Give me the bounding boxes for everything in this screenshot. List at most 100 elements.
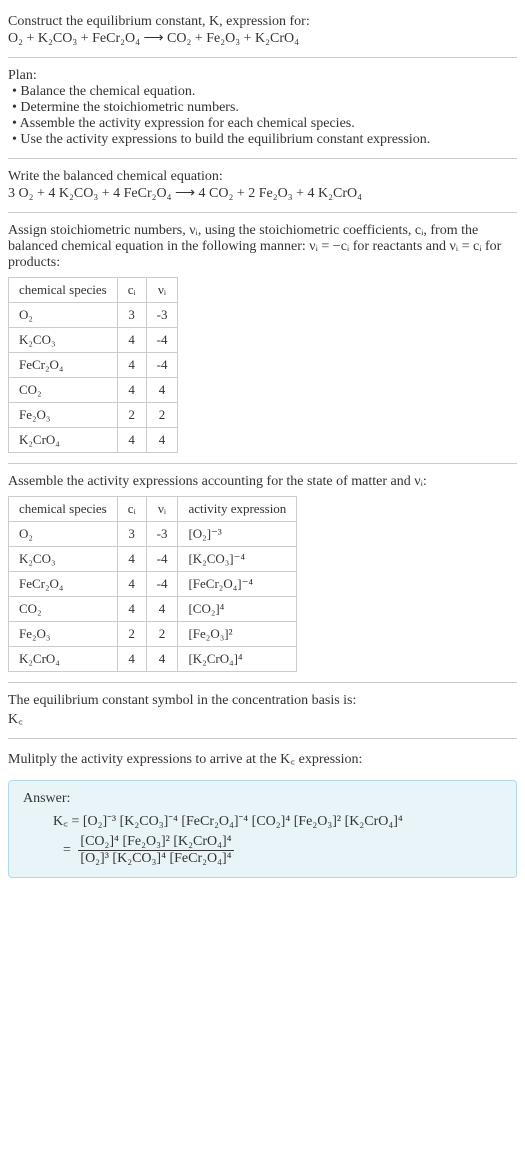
- species-cell: K₂CO₃: [9, 328, 118, 353]
- v-cell: -3: [146, 303, 178, 328]
- v-cell: 4: [146, 597, 178, 622]
- col-header: cᵢ: [117, 497, 146, 522]
- plan-item: • Use the activity expressions to build …: [8, 132, 517, 148]
- v-cell: -4: [146, 572, 178, 597]
- expr-cell: [K₂CrO₄]⁴: [178, 647, 297, 672]
- table-header-row: chemical species cᵢ νᵢ: [9, 278, 178, 303]
- v-cell: -3: [146, 522, 178, 547]
- species-cell: K₂CrO₄: [9, 647, 118, 672]
- v-cell: -4: [146, 547, 178, 572]
- v-cell: 4: [146, 647, 178, 672]
- question-header: Construct the equilibrium constant, K, e…: [8, 8, 517, 53]
- table-row: K₂CO₃ 4 -4: [9, 328, 178, 353]
- plan-section: Plan: • Balance the chemical equation. •…: [8, 62, 517, 154]
- expr-cell: [O₂]⁻³: [178, 522, 297, 547]
- species-cell: K₂CO₃: [9, 547, 118, 572]
- species-cell: O₂: [9, 522, 118, 547]
- table-row: Fe₂O₃ 2 2 [Fe₂O₃]²: [9, 622, 297, 647]
- plan-label: Plan:: [8, 68, 517, 84]
- v-cell: -4: [146, 353, 178, 378]
- divider: [8, 738, 517, 739]
- species-cell: FeCr₂O₄: [9, 572, 118, 597]
- answer-line1: K꜀ = [O₂]⁻³ [K₂CO₃]⁻⁴ [FeCr₂O₄]⁻⁴ [CO₂]⁴…: [53, 811, 502, 830]
- activity-table: chemical species cᵢ νᵢ activity expressi…: [8, 496, 297, 672]
- table-row: CO₂ 4 4: [9, 378, 178, 403]
- table-row: FeCr₂O₄ 4 -4 [FeCr₂O₄]⁻⁴: [9, 572, 297, 597]
- c-cell: 4: [117, 597, 146, 622]
- table-row: K₂CO₃ 4 -4 [K₂CO₃]⁻⁴: [9, 547, 297, 572]
- c-cell: 4: [117, 378, 146, 403]
- stoich-section: Assign stoichiometric numbers, νᵢ, using…: [8, 217, 517, 459]
- activity-text: Assemble the activity expressions accoun…: [8, 474, 517, 490]
- fraction: [CO₂]⁴ [Fe₂O₃]² [K₂CrO₄]⁴ [O₂]³ [K₂CO₃]⁴…: [78, 834, 233, 867]
- expr-cell: [FeCr₂O₄]⁻⁴: [178, 572, 297, 597]
- species-cell: FeCr₂O₄: [9, 353, 118, 378]
- c-cell: 4: [117, 328, 146, 353]
- question-title: Construct the equilibrium constant, K, e…: [8, 14, 517, 30]
- divider: [8, 57, 517, 58]
- multiply-text: Mulitply the activity expressions to arr…: [8, 749, 517, 768]
- eq-sign: =: [63, 843, 74, 858]
- table-row: Fe₂O₃ 2 2: [9, 403, 178, 428]
- unbalanced-equation: O₂ + K₂CO₃ + FeCr₂O₄ ⟶ CO₂ + Fe₂O₃ + K₂C…: [8, 30, 517, 47]
- c-cell: 3: [117, 522, 146, 547]
- c-cell: 4: [117, 547, 146, 572]
- col-header: νᵢ: [146, 278, 178, 303]
- divider: [8, 212, 517, 213]
- fraction-numerator: [CO₂]⁴ [Fe₂O₃]² [K₂CrO₄]⁴: [78, 834, 233, 851]
- plan-item: • Assemble the activity expression for e…: [8, 116, 517, 132]
- divider: [8, 463, 517, 464]
- answer-label: Answer:: [23, 791, 502, 807]
- balanced-section: Write the balanced chemical equation: 3 …: [8, 163, 517, 208]
- table-row: K₂CrO₄ 4 4 [K₂CrO₄]⁴: [9, 647, 297, 672]
- answer-line2: = [CO₂]⁴ [Fe₂O₃]² [K₂CrO₄]⁴ [O₂]³ [K₂CO₃…: [63, 834, 502, 867]
- col-header: chemical species: [9, 278, 118, 303]
- species-cell: O₂: [9, 303, 118, 328]
- answer-box: Answer: K꜀ = [O₂]⁻³ [K₂CO₃]⁻⁴ [FeCr₂O₄]⁻…: [8, 780, 517, 878]
- col-header: chemical species: [9, 497, 118, 522]
- col-header: activity expression: [178, 497, 297, 522]
- species-cell: CO₂: [9, 378, 118, 403]
- expr-cell: [CO₂]⁴: [178, 597, 297, 622]
- species-cell: Fe₂O₃: [9, 403, 118, 428]
- v-cell: 2: [146, 403, 178, 428]
- stoich-table: chemical species cᵢ νᵢ O₂ 3 -3 K₂CO₃ 4 -…: [8, 277, 178, 453]
- table-header-row: chemical species cᵢ νᵢ activity expressi…: [9, 497, 297, 522]
- activity-section: Assemble the activity expressions accoun…: [8, 468, 517, 678]
- plan-item: • Determine the stoichiometric numbers.: [8, 100, 517, 116]
- col-header: cᵢ: [117, 278, 146, 303]
- multiply-section: Mulitply the activity expressions to arr…: [8, 743, 517, 774]
- eq-symbol-text: The equilibrium constant symbol in the c…: [8, 693, 517, 709]
- c-cell: 3: [117, 303, 146, 328]
- c-cell: 4: [117, 353, 146, 378]
- c-cell: 2: [117, 403, 146, 428]
- table-row: O₂ 3 -3 [O₂]⁻³: [9, 522, 297, 547]
- divider: [8, 158, 517, 159]
- expr-cell: [K₂CO₃]⁻⁴: [178, 547, 297, 572]
- c-cell: 4: [117, 572, 146, 597]
- eq-symbol-section: The equilibrium constant symbol in the c…: [8, 687, 517, 734]
- title-text: Construct the equilibrium constant, K, e…: [8, 14, 310, 29]
- v-cell: 2: [146, 622, 178, 647]
- v-cell: 4: [146, 378, 178, 403]
- eq-symbol: K꜀: [8, 709, 517, 728]
- table-row: FeCr₂O₄ 4 -4: [9, 353, 178, 378]
- v-cell: 4: [146, 428, 178, 453]
- stoich-text: Assign stoichiometric numbers, νᵢ, using…: [8, 223, 517, 271]
- table-row: CO₂ 4 4 [CO₂]⁴: [9, 597, 297, 622]
- fraction-denominator: [O₂]³ [K₂CO₃]⁴ [FeCr₂O₄]⁴: [78, 851, 233, 867]
- table-row: K₂CrO₄ 4 4: [9, 428, 178, 453]
- expr-cell: [Fe₂O₃]²: [178, 622, 297, 647]
- col-header: νᵢ: [146, 497, 178, 522]
- divider: [8, 682, 517, 683]
- c-cell: 4: [117, 647, 146, 672]
- table-row: O₂ 3 -3: [9, 303, 178, 328]
- plan-item: • Balance the chemical equation.: [8, 84, 517, 100]
- balanced-label: Write the balanced chemical equation:: [8, 169, 517, 185]
- species-cell: Fe₂O₃: [9, 622, 118, 647]
- c-cell: 4: [117, 428, 146, 453]
- species-cell: CO₂: [9, 597, 118, 622]
- v-cell: -4: [146, 328, 178, 353]
- c-cell: 2: [117, 622, 146, 647]
- species-cell: K₂CrO₄: [9, 428, 118, 453]
